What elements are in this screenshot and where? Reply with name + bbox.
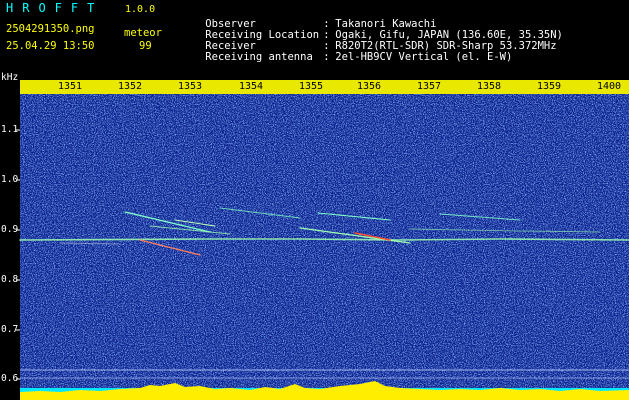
- time-tick-label: 1351: [57, 81, 83, 92]
- time-tick-label: 1352: [117, 81, 143, 92]
- time-tick-label: 1358: [476, 81, 502, 92]
- time-tick-label: 1357: [416, 81, 442, 92]
- time-tick-label: 1359: [536, 81, 562, 92]
- frequency-tick-label: 0.7: [1, 324, 19, 335]
- time-tick-label: 1355: [298, 81, 324, 92]
- date-time: 25.04.29 13:50: [6, 40, 95, 52]
- time-tick-label: 1356: [356, 81, 382, 92]
- app-version: 1.0.0: [125, 4, 156, 15]
- time-tick-label: 1400: [596, 81, 622, 92]
- frequency-tick-label: 1.1: [1, 124, 19, 135]
- frequency-tick-label: 0.9: [1, 224, 19, 235]
- axis-noise-strip: [0, 94, 20, 390]
- info-antenna: Receiving antenna:2el-HB9CV Vertical (el…: [180, 39, 512, 75]
- info-label: Receiving antenna: [205, 51, 313, 63]
- time-tick-label: 1354: [238, 81, 264, 92]
- frequency-unit-label: kHz: [1, 72, 19, 83]
- info-separator: :: [323, 51, 330, 63]
- info-value: 2el-HB9CV Vertical (el. E-W): [335, 51, 513, 63]
- meteor-label: meteor: [124, 27, 162, 39]
- file-name: 2504291350.png: [6, 23, 95, 35]
- frequency-tick-label: 0.8: [1, 274, 19, 285]
- frequency-tick-label: 1.0: [1, 174, 19, 185]
- hrofft-window: HROFFT 1.0.0 2504291350.png 25.04.29 13:…: [0, 0, 629, 400]
- time-tick-label: 1353: [177, 81, 203, 92]
- app-title: HROFFT: [6, 1, 104, 15]
- frequency-tick-label: 0.6: [1, 373, 19, 384]
- meteor-count: 99: [139, 40, 152, 52]
- carrier-line: [19, 238, 629, 241]
- spectrogram-noise-bright: [20, 94, 629, 390]
